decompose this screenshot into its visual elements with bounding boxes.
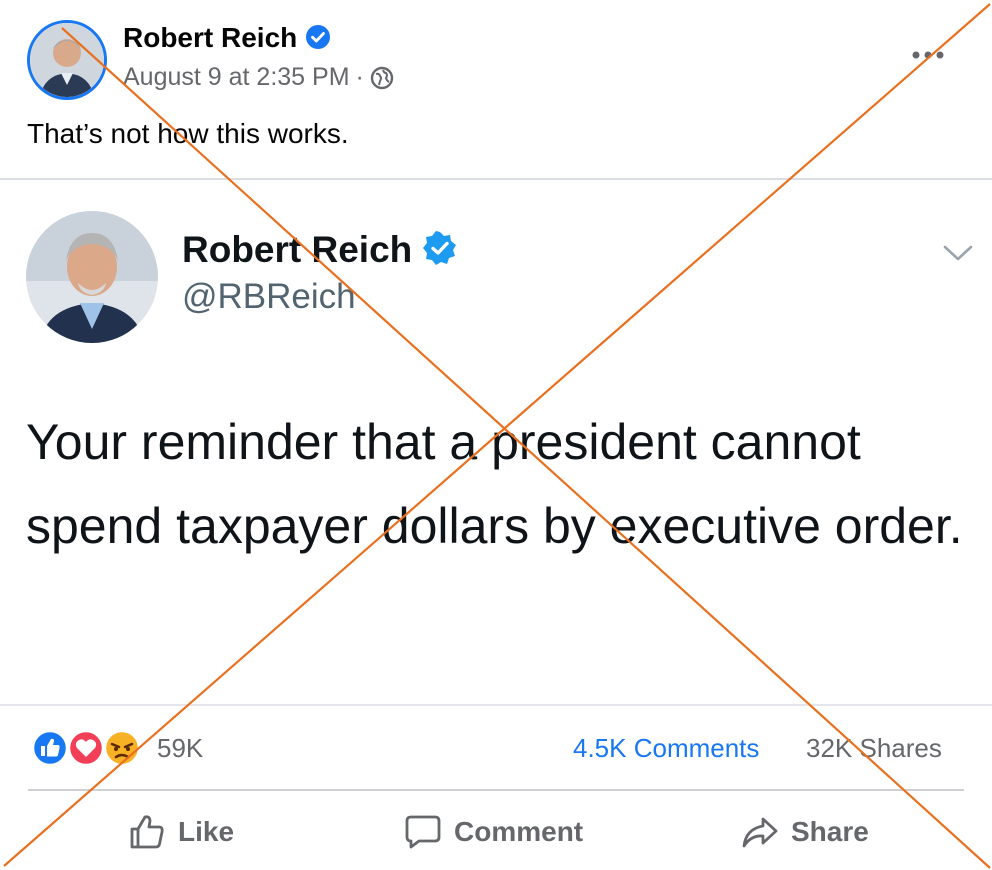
- meta-separator: ·: [355, 63, 364, 91]
- share-button[interactable]: Share: [741, 806, 869, 858]
- verified-badge-icon: [306, 24, 331, 49]
- chevron-down-icon[interactable]: [942, 242, 974, 264]
- divider: [0, 704, 992, 706]
- globe-icon[interactable]: [370, 66, 394, 90]
- angry-reaction-icon: [103, 729, 141, 767]
- more-options-icon[interactable]: [908, 42, 948, 68]
- comment-button[interactable]: Comment: [404, 806, 583, 858]
- author-name-text[interactable]: Robert Reich: [123, 22, 297, 53]
- tweet-text: Your reminder that a president cannot sp…: [26, 414, 963, 554]
- like-button[interactable]: Like: [128, 806, 234, 858]
- post-author-name[interactable]: Robert Reich: [123, 22, 331, 54]
- post-caption: That’s not how this works.: [27, 118, 349, 149]
- comments-count-link[interactable]: 4.5K Comments: [573, 733, 759, 764]
- tweet-author-avatar: [26, 211, 158, 343]
- comment-icon: [405, 815, 441, 849]
- shares-count-link[interactable]: 32K Shares: [806, 733, 942, 764]
- post-author-avatar[interactable]: [27, 20, 107, 100]
- divider: [28, 789, 964, 791]
- tweet-author-name: Robert Reich: [182, 229, 458, 271]
- love-reaction-icon: [67, 729, 105, 767]
- twitter-verified-icon: [423, 231, 457, 266]
- comment-label: Comment: [454, 816, 584, 847]
- like-label: Like: [178, 816, 235, 847]
- share-label: Share: [791, 816, 869, 847]
- reaction-icons[interactable]: [30, 728, 146, 768]
- tweet-name-text: Robert Reich: [182, 229, 413, 270]
- tweet-handle: @RBReich: [182, 277, 356, 316]
- tweet-avatar-photo: [26, 211, 158, 343]
- post-meta: August 9 at 2:35 PM ·: [123, 63, 394, 92]
- divider: [0, 178, 992, 180]
- post-date[interactable]: August 9 at 2:35 PM: [123, 63, 350, 92]
- reactions-count[interactable]: 59K: [157, 733, 203, 764]
- avatar-photo: [30, 23, 104, 97]
- thumbs-up-icon: [130, 815, 164, 849]
- share-icon: [742, 817, 778, 848]
- like-reaction-icon: [31, 729, 69, 767]
